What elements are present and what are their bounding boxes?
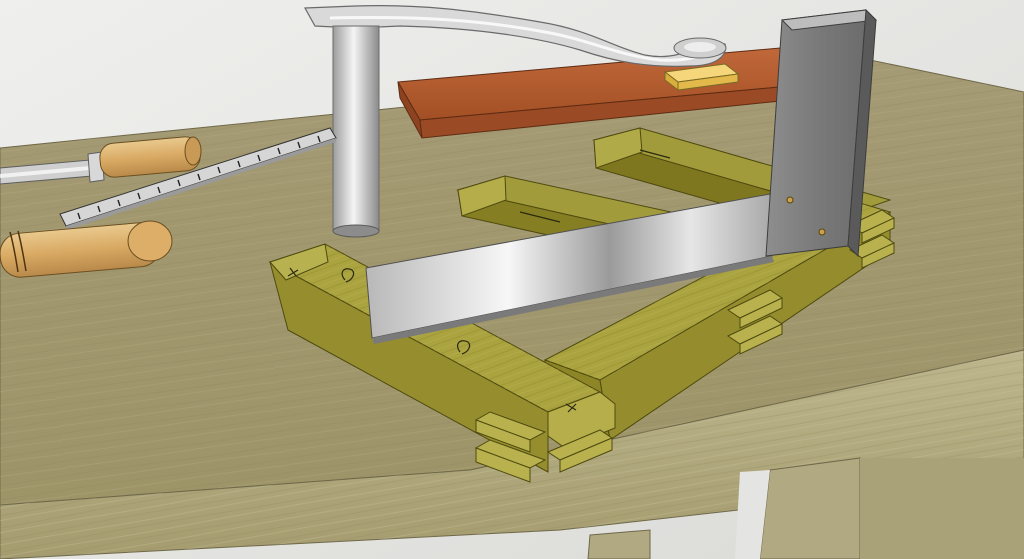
scene-canvas: [0, 0, 1024, 559]
bowsaw-post: [332, 25, 380, 232]
bench-leg: [759, 457, 861, 559]
